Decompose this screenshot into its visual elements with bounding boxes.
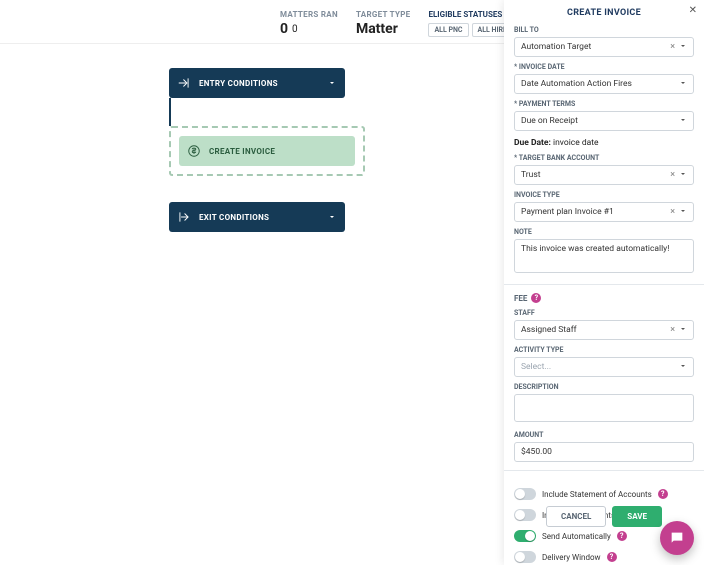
- description-label: DESCRIPTION: [514, 383, 694, 391]
- create-invoice-node[interactable]: CREATE INVOICE: [179, 136, 355, 166]
- matters-ran-label: MATTERS RAN: [280, 10, 338, 19]
- invoice-type-select[interactable]: Payment plan Invoice #1×: [514, 202, 694, 222]
- help-icon[interactable]: ?: [617, 531, 627, 541]
- help-icon[interactable]: ?: [531, 293, 541, 303]
- connector: [169, 98, 171, 126]
- toggle-delivery[interactable]: Delivery Window?: [514, 551, 694, 563]
- chevron-down-icon: [679, 170, 687, 181]
- chevron-down-icon: [679, 207, 687, 218]
- amount-label: AMOUNT: [514, 431, 694, 439]
- bill-to-select[interactable]: Automation Target×: [514, 37, 694, 57]
- clear-icon[interactable]: ×: [670, 42, 675, 52]
- chevron-down-icon: [679, 79, 687, 90]
- payment-terms-label: * PAYMENT TERMS: [514, 100, 694, 108]
- due-date-line: Due Date: invoice date: [514, 138, 694, 148]
- exit-icon: [169, 210, 199, 224]
- help-fab[interactable]: [660, 521, 694, 555]
- matters-ran-suffix: 0: [292, 24, 298, 35]
- activity-type-select[interactable]: Select...: [514, 357, 694, 377]
- activity-type-label: ACTIVITY TYPE: [514, 346, 694, 354]
- description-textarea[interactable]: [514, 394, 694, 422]
- invoice-icon: [179, 144, 209, 158]
- panel-title: CREATE INVOICE: [514, 8, 694, 18]
- target-type-label: TARGET TYPE: [356, 10, 411, 19]
- target-type: TARGET TYPE Matter: [356, 10, 411, 37]
- help-icon[interactable]: ?: [658, 489, 668, 499]
- chevron-down-icon: [679, 325, 687, 336]
- note-textarea[interactable]: [514, 239, 694, 273]
- chevron-down-icon: [679, 42, 687, 53]
- invoice-type-label: INVOICE TYPE: [514, 191, 694, 199]
- exit-conditions-label: EXIT CONDITIONS: [199, 213, 319, 222]
- create-invoice-node-wrap: CREATE INVOICE: [169, 126, 365, 176]
- chevron-down-icon: [319, 213, 345, 221]
- save-button[interactable]: SAVE: [612, 506, 662, 527]
- note-label: NOTE: [514, 228, 694, 236]
- invoice-date-label: * INVOICE DATE: [514, 63, 694, 71]
- close-icon[interactable]: ✕: [689, 5, 697, 16]
- help-icon[interactable]: ?: [607, 552, 617, 562]
- enter-icon: [169, 76, 199, 90]
- clear-icon[interactable]: ×: [670, 325, 675, 335]
- amount-input[interactable]: [514, 442, 694, 462]
- entry-conditions-node[interactable]: ENTRY CONDITIONS: [169, 68, 345, 98]
- target-type-value: Matter: [356, 21, 411, 37]
- cancel-button[interactable]: CANCEL: [546, 506, 606, 527]
- create-invoice-label: CREATE INVOICE: [209, 147, 355, 156]
- invoice-date-select[interactable]: Date Automation Action Fires: [514, 74, 694, 94]
- chevron-down-icon: [679, 116, 687, 127]
- chat-icon: [669, 530, 685, 546]
- entry-conditions-label: ENTRY CONDITIONS: [199, 79, 319, 88]
- clear-icon[interactable]: ×: [670, 170, 675, 180]
- create-invoice-panel: ✕ CREATE INVOICE BILL TO Automation Targ…: [504, 0, 704, 565]
- payment-terms-select[interactable]: Due on Receipt: [514, 111, 694, 131]
- fee-label: FEE: [514, 294, 527, 303]
- staff-select[interactable]: Assigned Staff×: [514, 320, 694, 340]
- chevron-down-icon: [319, 79, 345, 87]
- matters-ran: MATTERS RAN 00: [280, 10, 338, 37]
- matters-ran-value: 0: [280, 21, 288, 37]
- exit-conditions-node[interactable]: EXIT CONDITIONS: [169, 202, 345, 232]
- chevron-down-icon: [679, 362, 687, 373]
- target-bank-select[interactable]: Trust×: [514, 165, 694, 185]
- staff-label: STAFF: [514, 309, 694, 317]
- gap: [169, 176, 365, 202]
- clear-icon[interactable]: ×: [670, 207, 675, 217]
- target-bank-label: * TARGET BANK ACCOUNT: [514, 154, 694, 162]
- toggle-statement[interactable]: Include Statement of Accounts?: [514, 488, 694, 500]
- bill-to-label: BILL TO: [514, 26, 694, 34]
- status-tag: ALL PNC: [428, 23, 468, 37]
